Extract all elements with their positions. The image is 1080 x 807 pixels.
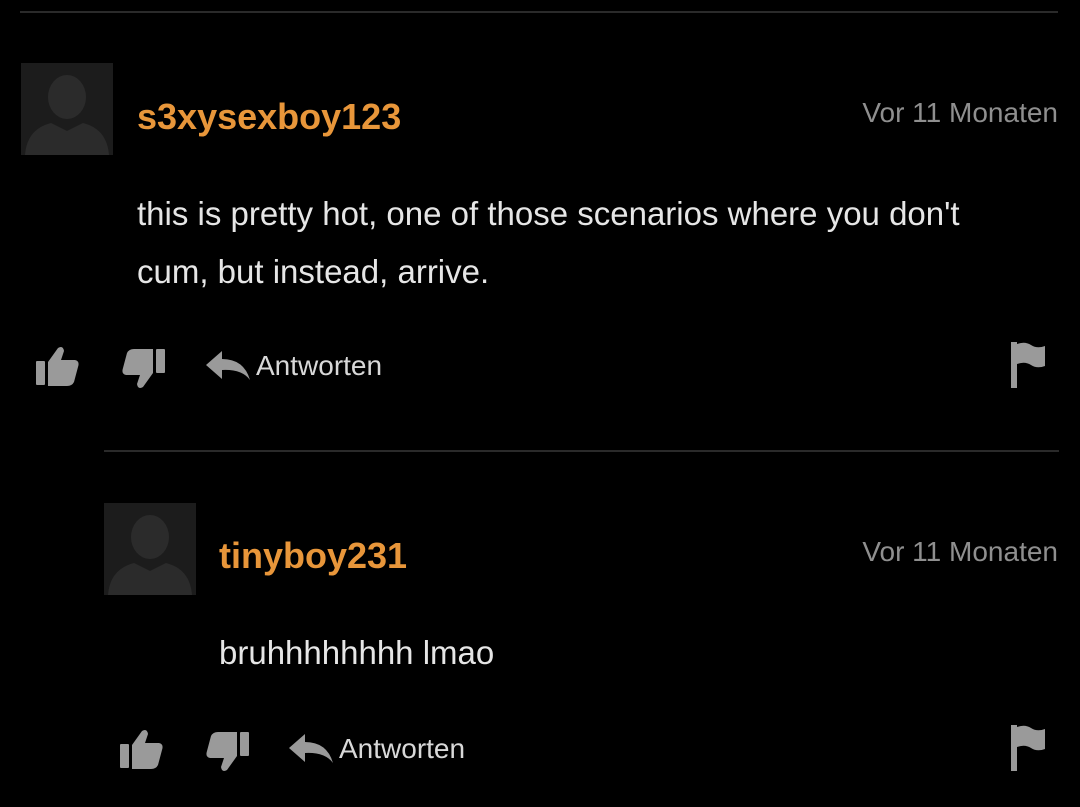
thumbs-up-icon	[120, 730, 163, 769]
comment-reply: tinyboy231 Vor 11 Monaten bruhhhhhhhh lm…	[0, 0, 1080, 807]
user-silhouette-icon	[104, 503, 196, 595]
like-button[interactable]	[120, 728, 164, 770]
thumbs-down-icon	[206, 732, 249, 771]
avatar[interactable]	[104, 503, 196, 595]
reply-button[interactable]: Antworten	[289, 733, 465, 765]
flag-icon	[1011, 725, 1045, 771]
username-link[interactable]: tinyboy231	[219, 535, 407, 577]
flag-button[interactable]	[1011, 725, 1045, 771]
reply-label: Antworten	[339, 733, 466, 764]
reply-arrow-icon	[289, 734, 333, 763]
comment-timestamp: Vor 11 Monaten	[862, 536, 1058, 567]
dislike-button[interactable]	[205, 731, 249, 773]
comment-text: bruhhhhhhhh lmao	[219, 634, 495, 671]
comment-thread: s3xysexboy123 Vor 11 Monaten this is pre…	[0, 0, 1080, 807]
